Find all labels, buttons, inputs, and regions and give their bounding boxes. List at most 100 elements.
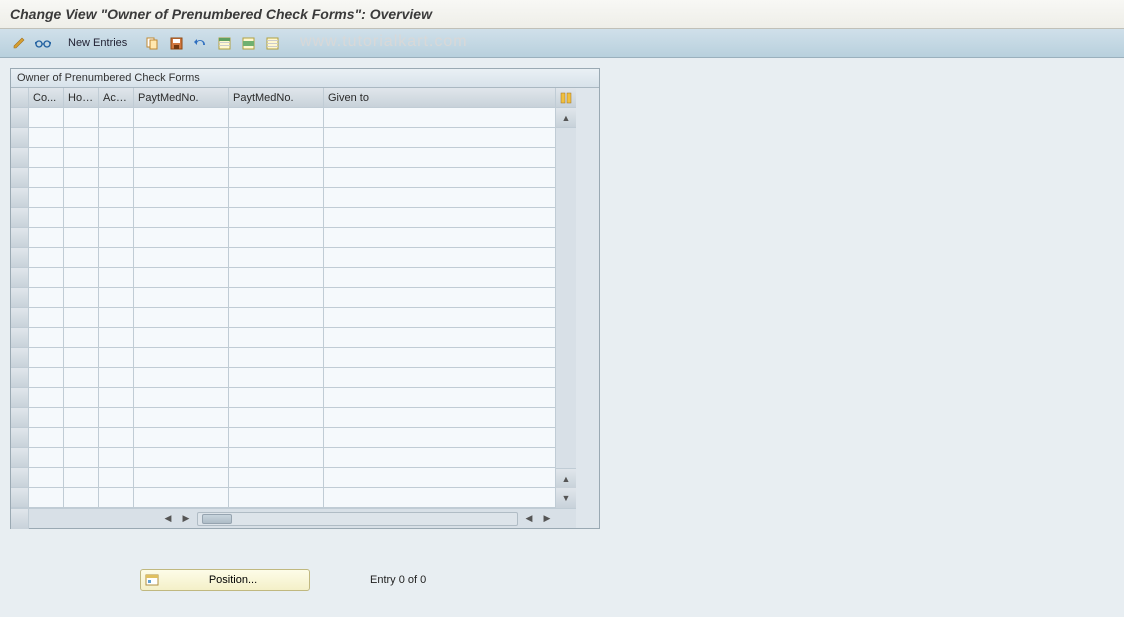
cell[interactable] — [99, 188, 134, 208]
cell[interactable] — [99, 328, 134, 348]
cell[interactable] — [64, 268, 99, 288]
cell[interactable] — [324, 288, 556, 308]
cell[interactable] — [64, 288, 99, 308]
cell[interactable] — [99, 468, 134, 488]
deselect-all-button[interactable] — [261, 33, 283, 53]
cell[interactable] — [229, 288, 324, 308]
cell[interactable] — [324, 228, 556, 248]
cell[interactable] — [324, 328, 556, 348]
cell[interactable] — [99, 488, 134, 508]
row-selector[interactable] — [11, 148, 29, 168]
cell[interactable] — [324, 448, 556, 468]
cell[interactable] — [229, 248, 324, 268]
row-selector[interactable] — [11, 348, 29, 368]
scroll-left-button[interactable]: ◀ — [160, 511, 176, 527]
cell[interactable] — [64, 348, 99, 368]
cell[interactable] — [134, 248, 229, 268]
col-header[interactable]: PaytMedNo. — [229, 88, 324, 108]
cell[interactable] — [64, 168, 99, 188]
row-selector[interactable] — [11, 128, 29, 148]
cell[interactable] — [229, 108, 324, 128]
cell[interactable] — [99, 168, 134, 188]
cell[interactable] — [229, 468, 324, 488]
row-selector[interactable] — [11, 428, 29, 448]
row-selector[interactable] — [11, 108, 29, 128]
cell[interactable] — [99, 128, 134, 148]
cell[interactable] — [229, 228, 324, 248]
cell[interactable] — [324, 488, 556, 508]
row-selector[interactable] — [11, 248, 29, 268]
cell[interactable] — [229, 168, 324, 188]
scroll-up-button[interactable]: ▲ — [556, 108, 576, 128]
cell[interactable] — [324, 268, 556, 288]
cell[interactable] — [229, 328, 324, 348]
cell[interactable] — [134, 368, 229, 388]
cell[interactable] — [229, 408, 324, 428]
cell[interactable] — [99, 208, 134, 228]
cell[interactable] — [134, 148, 229, 168]
col-header[interactable]: PaytMedNo. — [134, 88, 229, 108]
cell[interactable] — [64, 408, 99, 428]
cell[interactable] — [229, 208, 324, 228]
cell[interactable] — [64, 368, 99, 388]
cell[interactable] — [99, 368, 134, 388]
col-header[interactable]: Acc... — [99, 88, 134, 108]
row-selector[interactable] — [11, 208, 29, 228]
row-selector[interactable] — [11, 388, 29, 408]
cell[interactable] — [324, 388, 556, 408]
cell[interactable] — [324, 208, 556, 228]
cell[interactable] — [64, 468, 99, 488]
row-selector[interactable] — [11, 308, 29, 328]
scroll-left-end-button[interactable]: ◀ — [521, 511, 537, 527]
cell[interactable] — [229, 428, 324, 448]
cell[interactable] — [29, 448, 64, 468]
cell[interactable] — [134, 128, 229, 148]
cell[interactable] — [64, 448, 99, 468]
cell[interactable] — [29, 308, 64, 328]
row-selector[interactable] — [11, 188, 29, 208]
cell[interactable] — [324, 368, 556, 388]
vertical-scrollbar[interactable]: ▲ ▲ ▼ — [556, 108, 576, 508]
scroll-right-step-button[interactable]: ▶ — [178, 511, 194, 527]
cell[interactable] — [99, 348, 134, 368]
cell[interactable] — [99, 148, 134, 168]
cell[interactable] — [29, 128, 64, 148]
cell[interactable] — [29, 108, 64, 128]
scroll-up-end-button[interactable]: ▲ — [556, 468, 576, 488]
cell[interactable] — [324, 308, 556, 328]
cell[interactable] — [229, 308, 324, 328]
cell[interactable] — [64, 128, 99, 148]
cell[interactable] — [64, 328, 99, 348]
row-selector[interactable] — [11, 448, 29, 468]
cell[interactable] — [134, 428, 229, 448]
corner-cell[interactable] — [11, 88, 29, 108]
cell[interactable] — [29, 188, 64, 208]
cell[interactable] — [134, 108, 229, 128]
cell[interactable] — [324, 468, 556, 488]
cell[interactable] — [134, 388, 229, 408]
cell[interactable] — [134, 408, 229, 428]
row-selector[interactable] — [11, 408, 29, 428]
cell[interactable] — [134, 308, 229, 328]
cell[interactable] — [99, 448, 134, 468]
copy-button[interactable] — [141, 33, 163, 53]
cell[interactable] — [99, 388, 134, 408]
cell[interactable] — [29, 368, 64, 388]
cell[interactable] — [229, 488, 324, 508]
cell[interactable] — [134, 488, 229, 508]
cell[interactable] — [29, 428, 64, 448]
cell[interactable] — [324, 408, 556, 428]
cell[interactable] — [99, 308, 134, 328]
cell[interactable] — [324, 148, 556, 168]
cell[interactable] — [99, 288, 134, 308]
cell[interactable] — [229, 448, 324, 468]
cell[interactable] — [99, 428, 134, 448]
cell[interactable] — [29, 148, 64, 168]
save-button[interactable] — [165, 33, 187, 53]
cell[interactable] — [29, 328, 64, 348]
cell[interactable] — [64, 188, 99, 208]
cell[interactable] — [229, 128, 324, 148]
cell[interactable] — [64, 228, 99, 248]
row-selector[interactable] — [11, 468, 29, 488]
cell[interactable] — [64, 488, 99, 508]
